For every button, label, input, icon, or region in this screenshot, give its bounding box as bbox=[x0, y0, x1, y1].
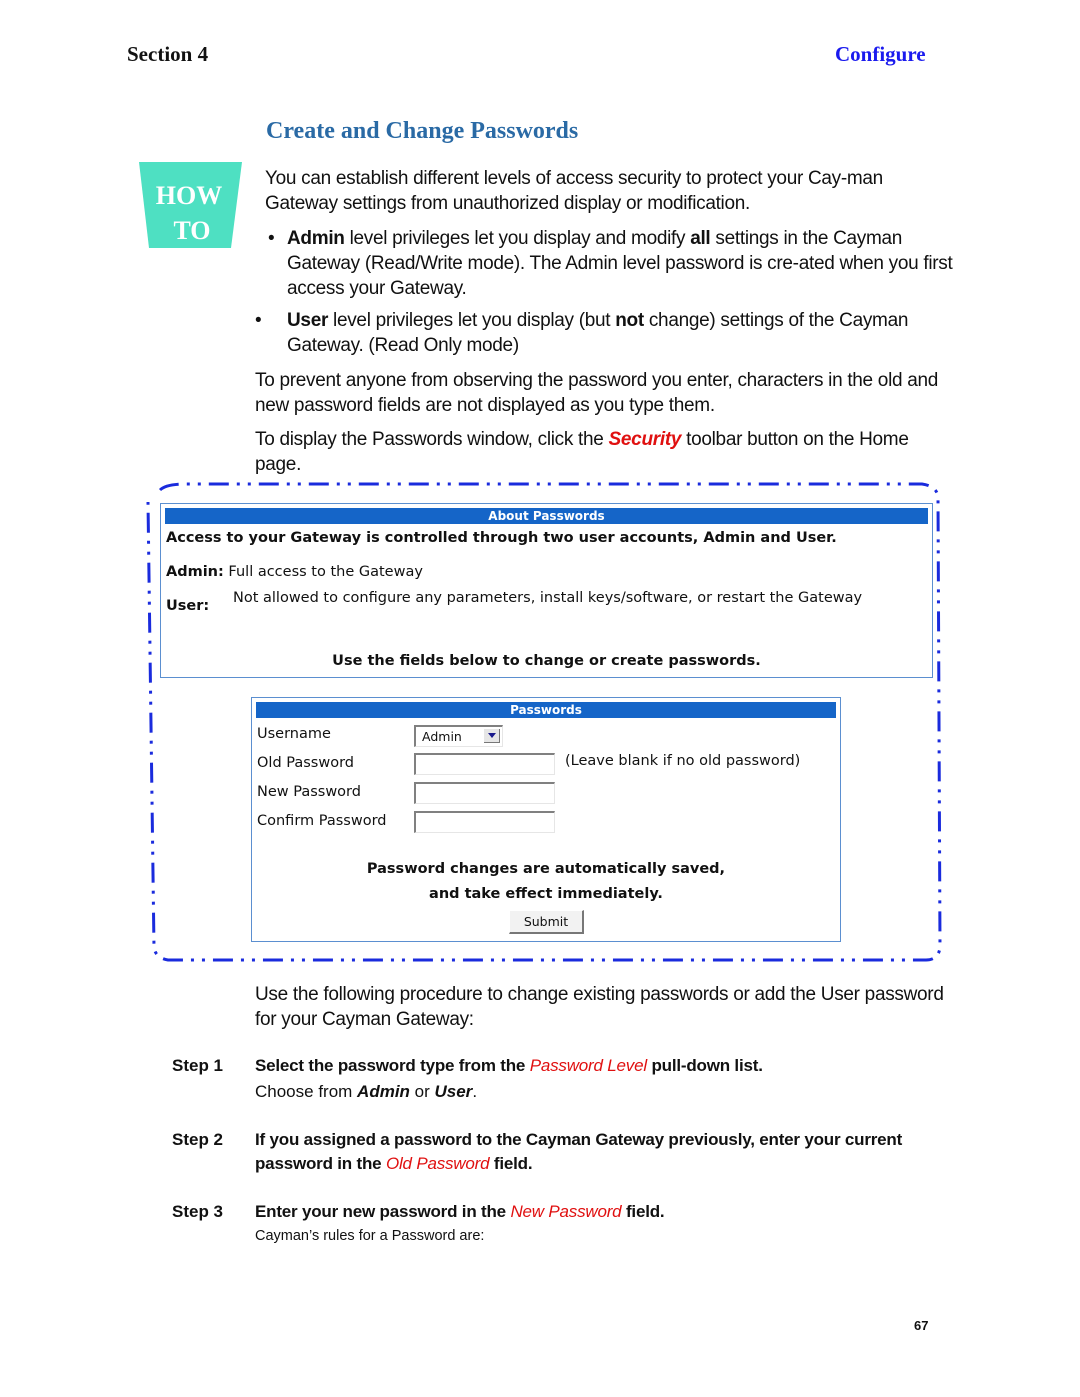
username-value: Admin bbox=[422, 729, 462, 744]
password-level-reference: Password Level bbox=[529, 1056, 647, 1075]
page-title: Create and Change Passwords bbox=[266, 118, 579, 144]
how-to-line1: HOW bbox=[156, 181, 222, 210]
how-to-line2: TO bbox=[173, 216, 210, 245]
bullet-icon: • bbox=[255, 310, 262, 331]
step-1-label: Step 1 bbox=[172, 1056, 224, 1075]
old-password-input[interactable] bbox=[414, 753, 555, 775]
notice-line1: Password changes are automatically saved… bbox=[366, 861, 726, 877]
bullet-admin: • Admin level privileges let you display… bbox=[268, 226, 958, 301]
about-passwords-panel: About Passwords Access to your Gateway i… bbox=[160, 503, 933, 678]
page-number: 67 bbox=[914, 1318, 929, 1333]
admin-row: Admin: Full access to the Gateway bbox=[166, 564, 423, 580]
user-description: Not allowed to configure any parameters,… bbox=[233, 590, 863, 606]
about-line1: Access to your Gateway is controlled thr… bbox=[166, 530, 837, 546]
step-2-label: Step 2 bbox=[172, 1130, 224, 1149]
admin-option: Admin bbox=[357, 1082, 410, 1101]
text: Choose from bbox=[255, 1082, 358, 1101]
emphasis: not bbox=[615, 310, 644, 331]
text: If you assigned a password to the Cayman… bbox=[255, 1130, 903, 1173]
display-paragraph: To display the Passwords window, click t… bbox=[255, 427, 955, 477]
bullet-user: • User level privileges let you display … bbox=[255, 308, 955, 358]
text: Select the password type from the bbox=[255, 1056, 530, 1075]
new-password-input[interactable] bbox=[414, 782, 555, 804]
old-password-reference: Old Password bbox=[385, 1154, 490, 1173]
admin-label: Admin: bbox=[166, 564, 224, 580]
chapter-header: Configure bbox=[835, 42, 926, 66]
user-option: User bbox=[434, 1082, 473, 1101]
text: pull-down list. bbox=[646, 1056, 763, 1075]
step-1-heading: Select the password type from the Passwo… bbox=[255, 1054, 955, 1078]
text: Enter your new password in the bbox=[255, 1202, 511, 1221]
intro-paragraph: You can establish different levels of ac… bbox=[265, 168, 883, 214]
step-2-heading: If you assigned a password to the Cayman… bbox=[255, 1128, 955, 1176]
submit-button[interactable]: Submit bbox=[509, 910, 584, 934]
bullet-text: level privileges let you display (but bbox=[328, 310, 616, 331]
admin-description: Full access to the Gateway bbox=[228, 564, 423, 580]
bullet-icon: • bbox=[268, 228, 275, 249]
section-header: Section 4 bbox=[127, 42, 209, 66]
how-to-badge-icon: HOW TO bbox=[139, 162, 242, 248]
text: or bbox=[409, 1082, 435, 1101]
text: To display the Passwords window, click t… bbox=[255, 429, 609, 450]
about-passwords-heading: About Passwords bbox=[165, 508, 928, 524]
step-3-detail: Cayman’s rules for a Password are: bbox=[255, 1228, 485, 1244]
old-password-label: Old Password bbox=[257, 755, 354, 771]
admin-term: Admin bbox=[287, 228, 345, 249]
text: field. bbox=[621, 1202, 665, 1221]
security-reference: Security bbox=[608, 429, 682, 450]
text: . bbox=[472, 1082, 478, 1101]
text: field. bbox=[489, 1154, 533, 1173]
passwords-panel: Passwords Username Admin Old Password (L… bbox=[251, 697, 841, 942]
confirm-password-input[interactable] bbox=[414, 811, 555, 833]
about-footer: Use the fields below to change or create… bbox=[332, 653, 761, 669]
username-select[interactable]: Admin bbox=[414, 725, 503, 747]
new-password-reference: New Password bbox=[510, 1202, 622, 1221]
bullet-text: level privileges let you display and mod… bbox=[344, 228, 691, 249]
chevron-down-icon[interactable] bbox=[484, 729, 500, 743]
emphasis: all bbox=[690, 228, 711, 249]
passwords-heading: Passwords bbox=[256, 702, 836, 718]
step-3-heading: Enter your new password in the New Passw… bbox=[255, 1200, 955, 1224]
step-3-label: Step 3 bbox=[172, 1202, 224, 1221]
procedure-intro: Use the following procedure to change ex… bbox=[255, 984, 944, 1030]
user-term: User bbox=[287, 310, 329, 331]
notice-line2: and take effect immediately. bbox=[429, 886, 663, 902]
username-label: Username bbox=[257, 726, 331, 742]
user-label: User: bbox=[166, 598, 210, 614]
old-password-hint: (Leave blank if no old password) bbox=[565, 753, 801, 769]
prevent-paragraph: To prevent anyone from observing the pas… bbox=[255, 370, 939, 416]
step-1-detail: Choose from Admin or User. bbox=[255, 1081, 477, 1103]
confirm-password-label: Confirm Password bbox=[257, 813, 387, 829]
new-password-label: New Password bbox=[257, 784, 361, 800]
